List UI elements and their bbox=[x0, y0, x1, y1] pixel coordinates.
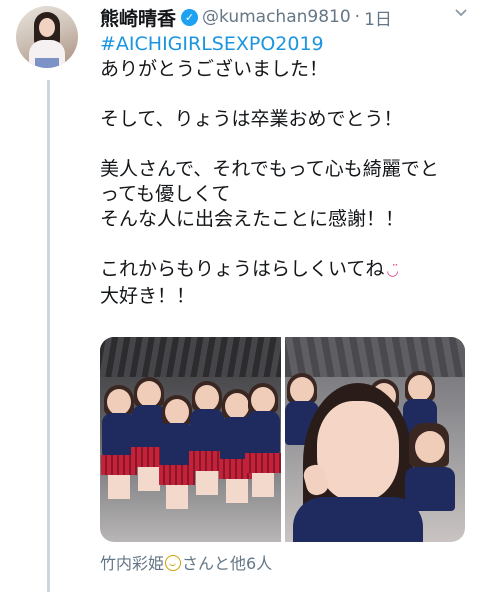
smile-emoji-icon: ◡̈ bbox=[386, 263, 399, 279]
separator: · bbox=[354, 7, 361, 27]
tweet-header: 熊崎晴香 ✓ @kumachan9810 · 1日 bbox=[100, 4, 470, 30]
smiley-icon bbox=[165, 555, 182, 571]
text-line: ありがとうございました！ bbox=[100, 58, 329, 80]
tweet-text: #AICHIGIRLSEXPO2019 ありがとうございました！ そして、りょう… bbox=[100, 32, 465, 309]
chevron-down-icon[interactable] bbox=[454, 6, 468, 20]
text-line: これからもりょうはらしくいてね ◡̈ bbox=[100, 258, 399, 280]
media-grid bbox=[100, 337, 465, 542]
hashtag-link[interactable]: #AICHIGIRLSEXPO2019 bbox=[100, 32, 465, 57]
display-name[interactable]: 熊崎晴香 bbox=[100, 4, 176, 31]
text-line bbox=[100, 82, 465, 107]
text-line: そんな人に出会えたことに感謝！！ bbox=[100, 208, 405, 230]
text-line: 美人さんで、それでもって心も綺麗でと bbox=[100, 158, 439, 180]
tagged-suffix: さんと他6人 bbox=[182, 554, 273, 573]
timestamp[interactable]: 1日 bbox=[364, 5, 392, 30]
group-photo[interactable] bbox=[100, 337, 281, 542]
handle[interactable]: @kumachan9810 bbox=[202, 7, 351, 27]
thread-line bbox=[47, 80, 50, 592]
selfie-photo[interactable] bbox=[285, 337, 465, 542]
text-line: 大好き！！ bbox=[100, 285, 196, 307]
tagged-name: 竹内彩姫 bbox=[100, 554, 165, 573]
avatar[interactable] bbox=[16, 6, 78, 68]
text-line bbox=[100, 132, 465, 157]
text-line: そして、りょうは卒業おめでとう！ bbox=[100, 108, 403, 130]
text-line: っても優しくて bbox=[100, 183, 231, 205]
verified-badge-icon: ✓ bbox=[181, 8, 199, 26]
text-line bbox=[100, 232, 465, 257]
tagged-users[interactable]: 竹内彩姫 さんと他6人 bbox=[100, 550, 272, 574]
